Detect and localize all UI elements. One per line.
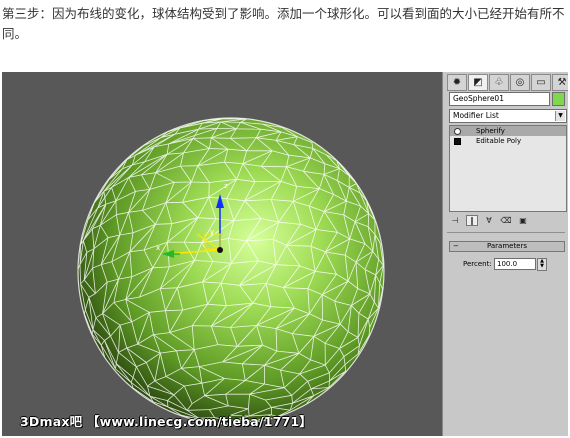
wire-edge bbox=[211, 137, 231, 139]
gizmo-y-label: y bbox=[210, 228, 214, 236]
make-unique-icon[interactable]: ∀ bbox=[483, 215, 495, 226]
modifier-list-label: Modifier List bbox=[453, 111, 499, 120]
wire-edge bbox=[115, 200, 117, 215]
parameters-rollout-header[interactable]: − Parameters bbox=[449, 241, 565, 252]
panel-tabs: ✹ ◩ ♧ ◎ ▭ ⚒ bbox=[447, 74, 568, 91]
pin-stack-icon[interactable]: ⊣ bbox=[449, 215, 461, 226]
site-watermark: 3Dmax吧 【www.linecg.com/tieba/1771】 bbox=[20, 414, 312, 429]
modifier-list-dropdown[interactable]: Modifier List ▼ bbox=[449, 109, 567, 123]
perspective-viewport[interactable]: z y x 3Dmax吧 【www.linecg.com/tieba/1771】 bbox=[2, 72, 442, 436]
object-color-swatch[interactable] bbox=[552, 92, 565, 106]
modify-icon[interactable]: ◩ bbox=[468, 74, 488, 91]
wire-edge bbox=[216, 128, 237, 130]
create-sun-icon[interactable]: ✹ bbox=[447, 74, 467, 91]
tutorial-caption: 第三步：因为布线的变化，球体结构受到了影响。添加一个球形化。可以看到面的大小已经… bbox=[2, 6, 565, 41]
gizmo-z-label: z bbox=[224, 182, 228, 190]
stack-item-label: Spherify bbox=[476, 127, 505, 135]
modifier-stack: Spherify Editable Poly bbox=[449, 125, 567, 212]
stack-toolbar: ⊣ ‖ ∀ ⌫ ▣ bbox=[449, 214, 565, 226]
stack-item-spherify[interactable]: Spherify bbox=[450, 126, 566, 136]
max-screenshot: z y x 3Dmax吧 【www.linecg.com/tieba/1771】… bbox=[2, 72, 568, 436]
show-end-result-icon[interactable]: ‖ bbox=[466, 214, 478, 226]
remove-modifier-icon[interactable]: ⌫ bbox=[500, 215, 512, 226]
rollout-title: Parameters bbox=[486, 242, 528, 250]
gizmo-x-label: x bbox=[156, 244, 160, 252]
percent-input[interactable]: 100.0 bbox=[494, 258, 536, 270]
wire-edge bbox=[220, 121, 241, 123]
wire-edge bbox=[261, 165, 287, 168]
collapse-minus-icon: − bbox=[453, 242, 459, 250]
modifier-on-icon[interactable] bbox=[454, 128, 461, 135]
percent-spinner[interactable]: ▲ ▼ bbox=[537, 258, 547, 271]
wire-edge bbox=[367, 213, 370, 227]
hierarchy-icon[interactable]: ♧ bbox=[489, 74, 509, 91]
command-panel: ✹ ◩ ♧ ◎ ▭ ⚒ GeoSphere01 Modifier List ▼ … bbox=[442, 72, 568, 436]
stack-item-editable-poly[interactable]: Editable Poly bbox=[450, 136, 566, 146]
object-name-field[interactable]: GeoSphere01 bbox=[449, 92, 550, 106]
object-name-row: GeoSphere01 bbox=[449, 92, 565, 106]
wire-edge bbox=[191, 181, 210, 183]
expand-box-icon[interactable] bbox=[454, 138, 461, 145]
wire-edge bbox=[208, 182, 210, 198]
utilities-hammer-icon[interactable]: ⚒ bbox=[552, 74, 568, 91]
percent-label: Percent: bbox=[463, 260, 492, 268]
stack-item-label: Editable Poly bbox=[476, 137, 522, 145]
configure-sets-icon[interactable]: ▣ bbox=[517, 215, 529, 226]
chevron-down-icon[interactable]: ▼ bbox=[555, 111, 565, 121]
percent-row: Percent: 100.0 ▲ ▼ bbox=[451, 258, 563, 271]
display-icon[interactable]: ▭ bbox=[531, 74, 551, 91]
motion-icon[interactable]: ◎ bbox=[510, 74, 530, 91]
panel-divider bbox=[447, 232, 565, 233]
